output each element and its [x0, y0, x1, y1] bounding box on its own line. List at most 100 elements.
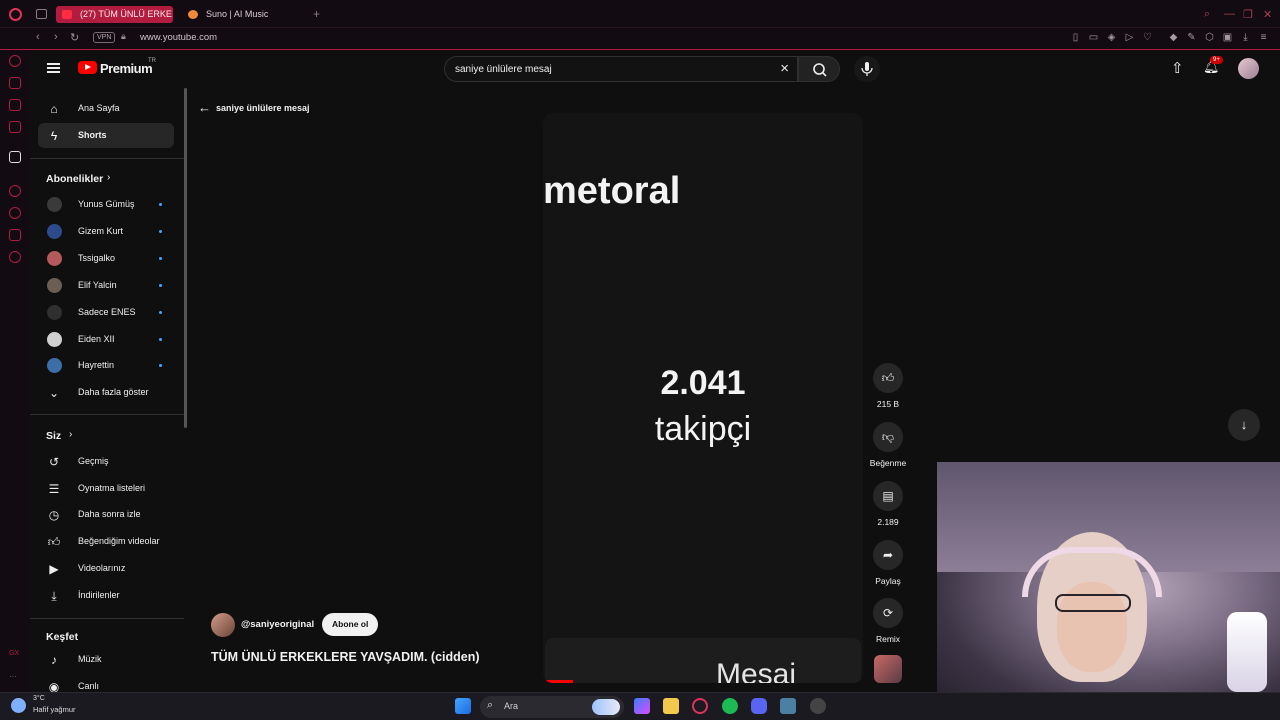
gx-history-icon[interactable]: [9, 207, 21, 219]
windows-start-icon[interactable]: [455, 698, 471, 714]
search-back-link[interactable]: saniye ünlülere mesaj: [216, 103, 310, 113]
spotify-icon[interactable]: [722, 698, 738, 714]
sound-thumbnail[interactable]: [874, 655, 902, 683]
video-title[interactable]: TÜM ÜNLÜ ERKEKLERE YAVŞADIM. (cidden): [211, 650, 480, 664]
heart-icon[interactable]: ♡: [1142, 32, 1153, 43]
minimize-icon[interactable]: —: [1224, 8, 1235, 20]
youtube-logo-icon[interactable]: [78, 61, 97, 74]
tab-youtube[interactable]: (27) TÜM ÜNLÜ ERKE: [56, 6, 173, 23]
opera-gx-logo-icon[interactable]: [9, 8, 22, 21]
menu-icon[interactable]: [47, 63, 60, 73]
extension-icon[interactable]: ◆: [1168, 32, 1179, 43]
sidebar-item-live[interactable]: ◉ Canlı: [38, 674, 174, 692]
url-field[interactable]: www.youtube.com: [140, 32, 217, 43]
tab-manager-icon[interactable]: [36, 9, 47, 19]
bookmark-icon[interactable]: ▯: [1070, 32, 1081, 43]
copilot-icon[interactable]: [634, 698, 650, 714]
sidebar-item-subscription[interactable]: Yunus Gümüş: [38, 192, 174, 217]
next-video-arrow-icon[interactable]: ↓: [1228, 409, 1260, 441]
brand-name[interactable]: Premium: [100, 61, 153, 76]
remix-action[interactable]: ⟳ Remix: [865, 598, 911, 644]
dislike-action[interactable]: 👎︎ Beğenme: [865, 422, 911, 468]
search-tabs-icon[interactable]: ⌕: [1204, 8, 1210, 21]
channel-name[interactable]: @saniyeoriginal: [241, 619, 314, 630]
gx-control-icon[interactable]: [9, 55, 21, 67]
sidebar-item-downloads[interactable]: ⤓ İndirilenler: [38, 583, 174, 608]
you-section-title[interactable]: Siz: [46, 430, 61, 442]
app-icon[interactable]: [780, 698, 796, 714]
gx-ai-icon[interactable]: [9, 151, 21, 163]
close-window-icon[interactable]: ✕: [1263, 8, 1272, 21]
voice-search-button[interactable]: [854, 56, 880, 82]
sidebar-scrollbar[interactable]: [184, 88, 187, 428]
account-avatar[interactable]: [1238, 58, 1259, 79]
share-icon[interactable]: ➦: [873, 540, 903, 570]
comments-action[interactable]: ▤ 2.189: [865, 481, 911, 527]
gx-messenger-icon[interactable]: [9, 121, 21, 133]
weather-temperature[interactable]: 3°C: [33, 695, 45, 702]
clear-search-icon[interactable]: ×: [780, 60, 789, 77]
chevron-right-icon[interactable]: ›: [69, 429, 72, 440]
gx-settings-icon[interactable]: [9, 251, 21, 263]
sidebar-item-subscription[interactable]: Tssigalko: [38, 246, 174, 271]
translate-icon[interactable]: ✎: [1186, 32, 1197, 43]
downloads-icon[interactable]: ⤓: [1240, 32, 1251, 43]
remix-icon[interactable]: ⟳: [873, 598, 903, 628]
gx-player-icon[interactable]: [9, 185, 21, 197]
forward-icon[interactable]: ›: [54, 31, 58, 43]
reload-icon[interactable]: ↻: [70, 31, 79, 44]
snapshot-icon[interactable]: ▭: [1088, 32, 1099, 43]
shield-icon[interactable]: ◈: [1106, 32, 1117, 43]
sidebar-item-show-more[interactable]: ⌄ Daha fazla göster: [38, 380, 174, 405]
gx-logo-small-icon[interactable]: GX: [9, 650, 21, 662]
back-arrow-icon[interactable]: ←: [198, 100, 211, 115]
vpn-badge[interactable]: VPN: [93, 32, 116, 43]
shorts-video-player[interactable]: metoral 2.041 takipçi Mesaj: [543, 113, 863, 683]
thumbs-down-icon[interactable]: 👎︎: [873, 422, 903, 452]
puzzle-icon[interactable]: ⬡: [1204, 32, 1215, 43]
search-button[interactable]: [798, 56, 840, 82]
new-tab-plus-icon[interactable]: +: [313, 7, 320, 21]
search-input[interactable]: saniye ünlülere mesaj ×: [444, 56, 798, 82]
sidebar-item-home[interactable]: ⌂ Ana Sayfa: [38, 96, 174, 121]
opera-gx-taskbar-icon[interactable]: [692, 698, 708, 714]
obs-icon[interactable]: [810, 698, 826, 714]
video-progress-bar[interactable]: [543, 680, 573, 683]
sidebar-item-your-videos[interactable]: ▶ Videolarınız: [38, 556, 174, 581]
sidebar-item-playlists[interactable]: ☰ Oynatma listeleri: [38, 476, 174, 501]
sidebar-item-music[interactable]: ♪ Müzik: [38, 647, 174, 672]
thumbs-up-icon[interactable]: 👍︎: [873, 363, 903, 393]
maximize-icon[interactable]: ❐: [1243, 8, 1253, 21]
sidebar-item-subscription[interactable]: Gizem Kurt: [38, 219, 174, 244]
gx-store-icon[interactable]: [9, 77, 21, 89]
tab-suno[interactable]: Suno | AI Music: [182, 6, 302, 23]
like-action[interactable]: 👍︎ 215 B: [865, 363, 911, 409]
subscriptions-title[interactable]: Abonelikler: [46, 173, 103, 185]
file-explorer-icon[interactable]: [663, 698, 679, 714]
weather-icon[interactable]: [11, 698, 26, 713]
back-icon[interactable]: ‹: [36, 31, 40, 43]
sidebar-item-shorts[interactable]: ϟ Shorts: [38, 123, 174, 148]
gx-corner-icon[interactable]: [9, 99, 21, 111]
comment-icon[interactable]: ▤: [873, 481, 903, 511]
browser-menu-icon[interactable]: ≡: [1258, 32, 1269, 43]
upload-icon[interactable]: ⇧: [1171, 59, 1184, 77]
subscribe-button[interactable]: Abone ol: [322, 613, 379, 636]
sidebar-item-subscription[interactable]: Hayrettin: [38, 353, 174, 378]
weather-description[interactable]: Hafif yağmur: [33, 705, 76, 714]
channel-avatar[interactable]: [211, 613, 235, 637]
sidebar-item-watch-later[interactable]: ◷ Daha sonra izle: [38, 502, 174, 527]
taskbar-search-box[interactable]: ⌕ Ara: [480, 696, 624, 718]
wallet-icon[interactable]: ▣: [1222, 32, 1233, 43]
sidebar-item-liked-videos[interactable]: 👍︎ Beğendiğim videolar: [38, 529, 174, 554]
gx-more-icon[interactable]: ···: [9, 672, 21, 684]
player-icon[interactable]: ▷: [1124, 32, 1135, 43]
share-action[interactable]: ➦ Paylaş: [865, 540, 911, 586]
discord-icon[interactable]: [751, 698, 767, 714]
gx-extensions-icon[interactable]: [9, 229, 21, 241]
chevron-right-icon[interactable]: ›: [107, 172, 110, 183]
sidebar-item-subscription[interactable]: Sadece ENES: [38, 300, 174, 325]
sidebar-item-subscription[interactable]: Elif Yalcin: [38, 273, 174, 298]
sidebar-item-history[interactable]: ↺ Geçmiş: [38, 449, 174, 474]
sidebar-item-subscription[interactable]: Eiden XII: [38, 327, 174, 352]
